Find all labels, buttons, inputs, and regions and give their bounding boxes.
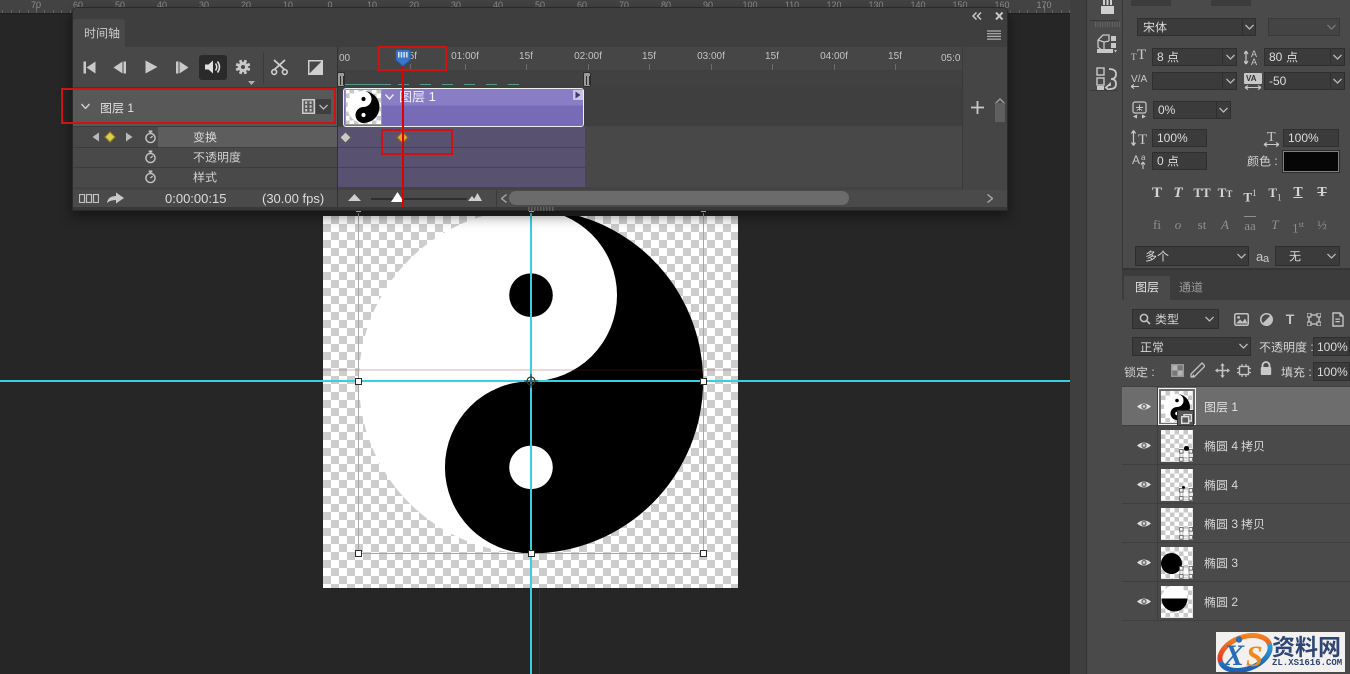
svg-text:S: S — [1246, 640, 1263, 672]
svg-text:X: X — [1223, 639, 1245, 672]
svg-text:A: A — [1251, 57, 1257, 66]
svg-text:T: T — [1267, 130, 1276, 145]
svg-text:V/A: V/A — [1131, 74, 1147, 85]
svg-text:A: A — [1132, 153, 1140, 167]
svg-text:T: T — [1138, 132, 1147, 147]
svg-text:a: a — [1141, 153, 1146, 162]
